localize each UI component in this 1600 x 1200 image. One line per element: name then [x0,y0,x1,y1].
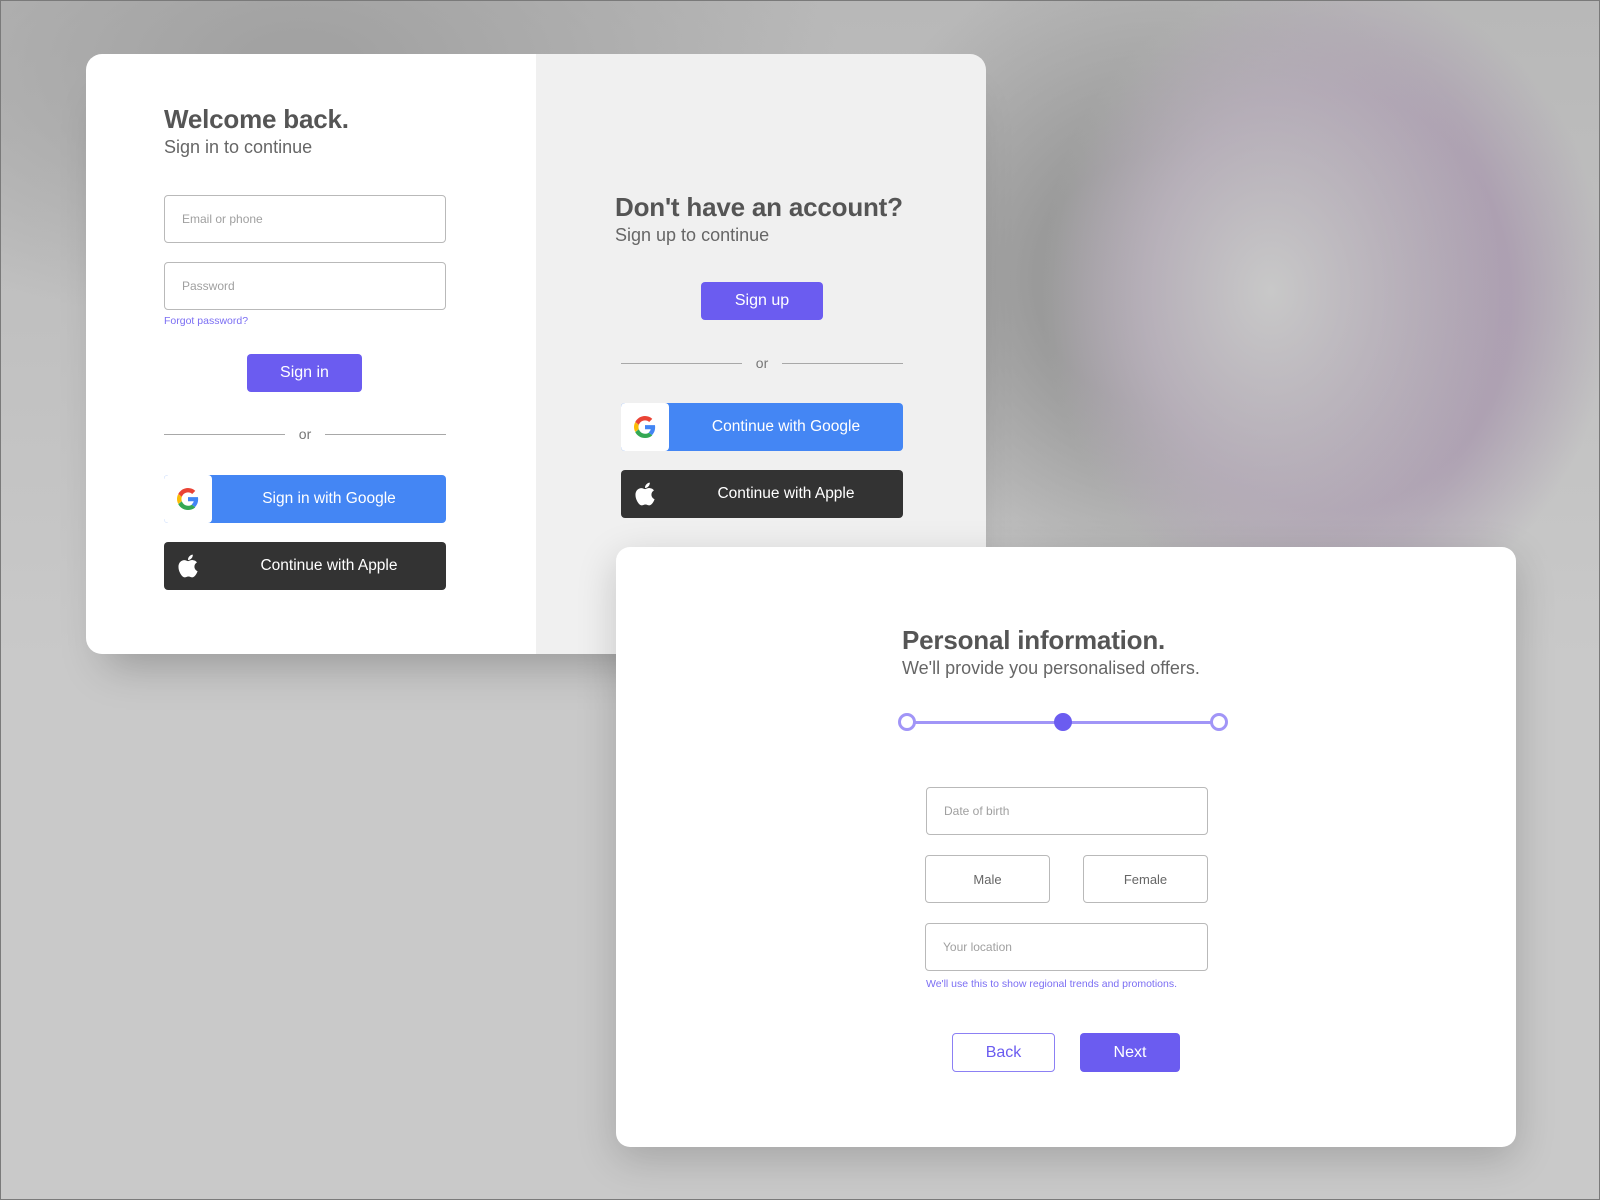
divider-line [782,362,904,364]
apple-button-label: Continue with Apple [717,485,855,502]
continue-with-google-button[interactable]: Continue with Google [621,403,903,451]
divider-line [621,362,742,364]
forgot-password-link[interactable]: Forgot password? [164,315,248,327]
divider-text: or [298,426,312,442]
divider-text: or [755,355,769,371]
personal-info-subtitle: We'll provide you personalised offers. [902,658,1200,678]
location-hint: We'll use this to show regional trends a… [926,978,1178,990]
location-field[interactable] [925,923,1208,971]
date-of-birth-input[interactable] [942,803,1207,819]
stepper-step-2[interactable] [1054,713,1072,731]
next-button[interactable]: Next [1080,1033,1180,1072]
signin-panel: Welcome back. Sign in to continue Forgot… [86,54,536,654]
stepper-step-3[interactable] [1210,713,1228,731]
apple-icon [164,542,212,590]
progress-stepper [898,712,1228,732]
google-button-label: Continue with Google [711,418,861,435]
email-input[interactable] [180,211,445,227]
sign-up-button[interactable]: Sign up [701,282,823,320]
gender-option-male[interactable]: Male [925,855,1050,903]
personal-info-header: Personal information. We'll provide you … [902,625,1200,679]
sign-in-button[interactable]: Sign in [247,354,362,392]
personal-info-title: Personal information. [902,625,1166,655]
signup-header: Don't have an account? Sign up to contin… [615,192,903,246]
continue-with-apple-button[interactable]: Continue with Apple [621,470,903,518]
personal-info-card: Personal information. We'll provide you … [616,547,1516,1147]
signin-header: Welcome back. Sign in to continue [164,104,349,158]
signup-divider: or [621,355,904,371]
background: Welcome back. Sign in to continue Forgot… [0,0,1600,1200]
password-input[interactable] [180,278,445,294]
signin-subtitle: Sign in to continue [164,137,313,157]
sign-in-with-apple-button[interactable]: Continue with Apple [164,542,446,590]
signin-title: Welcome back. [164,104,349,134]
signup-subtitle: Sign up to continue [615,225,770,245]
sign-in-with-google-button[interactable]: Sign in with Google [164,475,446,523]
back-button[interactable]: Back [952,1033,1055,1072]
signin-divider: or [164,426,447,442]
stepper-step-1[interactable] [898,713,916,731]
password-field[interactable] [164,262,446,310]
divider-line [164,433,285,435]
email-field[interactable] [164,195,446,243]
divider-line [325,433,447,435]
apple-button-label: Continue with Apple [260,557,398,574]
gender-option-female[interactable]: Female [1083,855,1208,903]
apple-icon [621,470,669,518]
location-input[interactable] [941,939,1207,955]
date-of-birth-field[interactable] [926,787,1208,835]
google-icon [164,475,212,523]
signup-title: Don't have an account? [615,192,903,222]
google-button-label: Sign in with Google [262,490,396,507]
google-icon [621,403,669,451]
